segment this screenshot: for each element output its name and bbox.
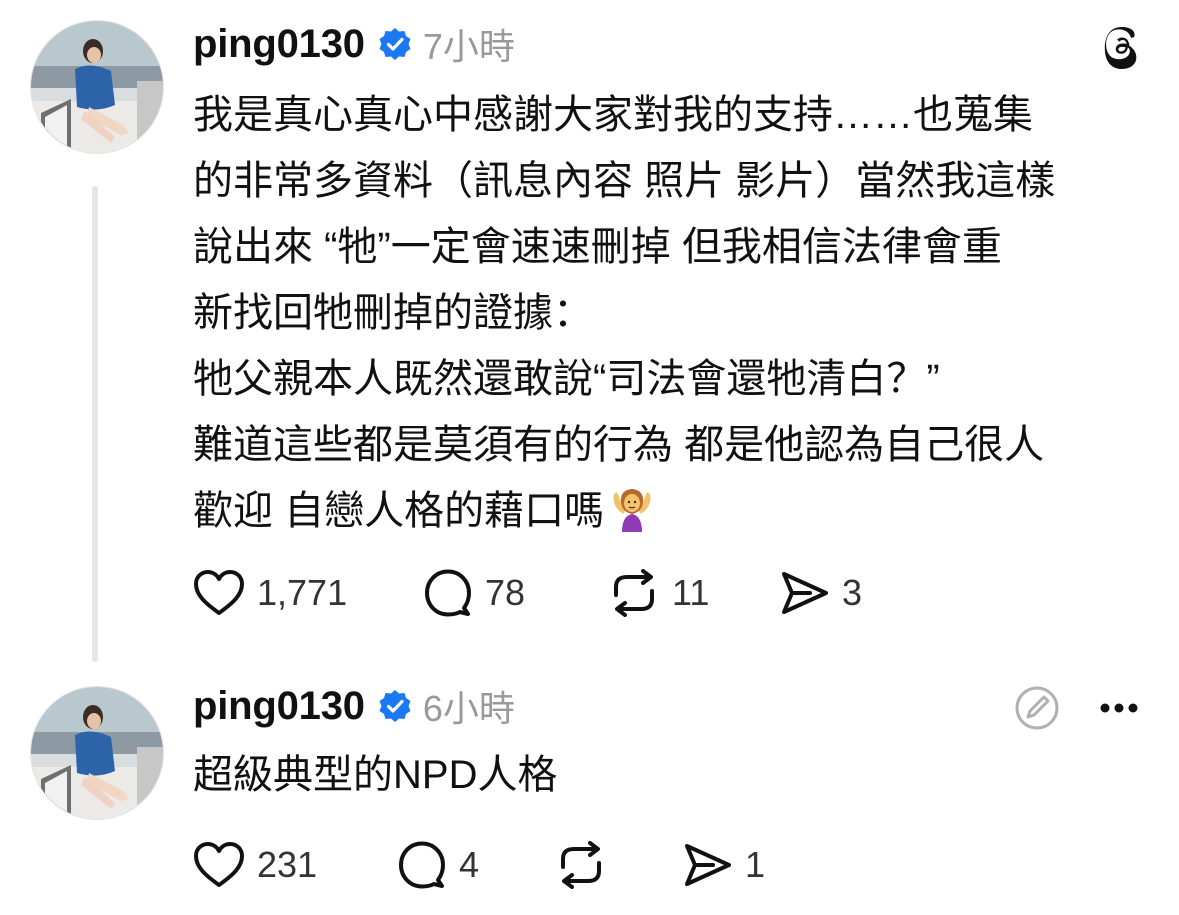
like-count: 1,771 xyxy=(257,572,348,613)
post-time: 6小時 xyxy=(422,688,515,729)
profile-photo xyxy=(31,21,163,153)
post-actions: 1,771 78 11 3 xyxy=(193,568,862,618)
edit-icon[interactable] xyxy=(1013,684,1061,732)
profile-photo xyxy=(31,687,163,819)
reply-count: 4 xyxy=(459,844,480,885)
post-actions: 231 4 1 xyxy=(193,840,765,890)
post-text-line: 難道這些都是莫須有的行為 都是他認為自己很人 xyxy=(193,423,1045,467)
send-icon xyxy=(782,572,828,614)
post-body: 超級典型的NPD人格 xyxy=(193,742,1153,808)
comment-bubble-icon xyxy=(425,569,471,617)
reply-button[interactable]: 4 xyxy=(397,840,555,890)
repost-count: 11 xyxy=(672,572,710,613)
share-button[interactable]: 3 xyxy=(780,570,862,616)
username[interactable]: ping0130 xyxy=(193,684,365,729)
post-text-line: 牠父親本人既然還敢說“司法會還牠清白？” xyxy=(193,357,940,401)
send-icon xyxy=(685,844,731,886)
heart-icon xyxy=(194,842,244,887)
comment-bubble-icon xyxy=(399,841,445,889)
share-count: 1 xyxy=(745,844,766,885)
post-text-line: 歡迎 自戀人格的藉口嗎 xyxy=(193,489,605,533)
avatar[interactable] xyxy=(30,20,164,154)
avatar[interactable] xyxy=(30,686,164,820)
repost-button[interactable] xyxy=(555,841,683,889)
repost-button[interactable]: 11 xyxy=(608,569,780,617)
person-shrugging-emoji-icon xyxy=(608,484,656,532)
post-time: 7小時 xyxy=(422,26,515,67)
post-text-line: 說出來 “牠”一定會速速刪掉 但我相信法律會重 xyxy=(193,225,1002,269)
repost-icon xyxy=(614,569,654,617)
heart-icon xyxy=(194,570,244,615)
share-button[interactable]: 1 xyxy=(683,842,765,888)
verified-badge-icon xyxy=(377,26,413,62)
post-text-line: 我是真心真心中感謝大家對我的支持……也蒐集 xyxy=(193,93,1033,137)
like-count: 231 xyxy=(257,844,318,885)
verified-badge-icon xyxy=(377,688,413,724)
reply-count: 78 xyxy=(485,572,526,613)
username[interactable]: ping0130 xyxy=(193,22,365,67)
thread-connector-line xyxy=(92,186,98,662)
post-text-line: 的非常多資料（訊息內容 照片 影片）當然我這樣 xyxy=(193,159,1056,203)
thread-post: ping0130 7小時 我是真心真心中感謝大家對我的支持……也蒐集 的非常多資… xyxy=(0,0,1179,670)
post-header: ping0130 6小時 xyxy=(193,680,515,732)
post-text-line-last: 歡迎 自戀人格的藉口嗎 xyxy=(193,478,1153,544)
post-text-line: 超級典型的NPD人格 xyxy=(193,753,558,797)
post-body: 我是真心真心中感謝大家對我的支持……也蒐集 的非常多資料（訊息內容 照片 影片）… xyxy=(193,82,1153,544)
like-button[interactable]: 1,771 xyxy=(193,569,423,617)
reply-button[interactable]: 78 xyxy=(423,568,608,618)
threads-logo-icon[interactable] xyxy=(1097,24,1145,72)
post-header: ping0130 7小時 xyxy=(193,18,515,70)
more-options-icon[interactable] xyxy=(1099,702,1139,714)
thread-reply-post: ping0130 6小時 超級典型的NPD人格 231 4 1 xyxy=(0,670,1179,915)
like-button[interactable]: 231 xyxy=(193,841,397,889)
repost-icon xyxy=(561,841,601,889)
post-text-line: 新找回牠刪掉的證據： xyxy=(193,291,593,335)
post-top-actions xyxy=(1013,684,1139,732)
share-count: 3 xyxy=(842,572,863,613)
